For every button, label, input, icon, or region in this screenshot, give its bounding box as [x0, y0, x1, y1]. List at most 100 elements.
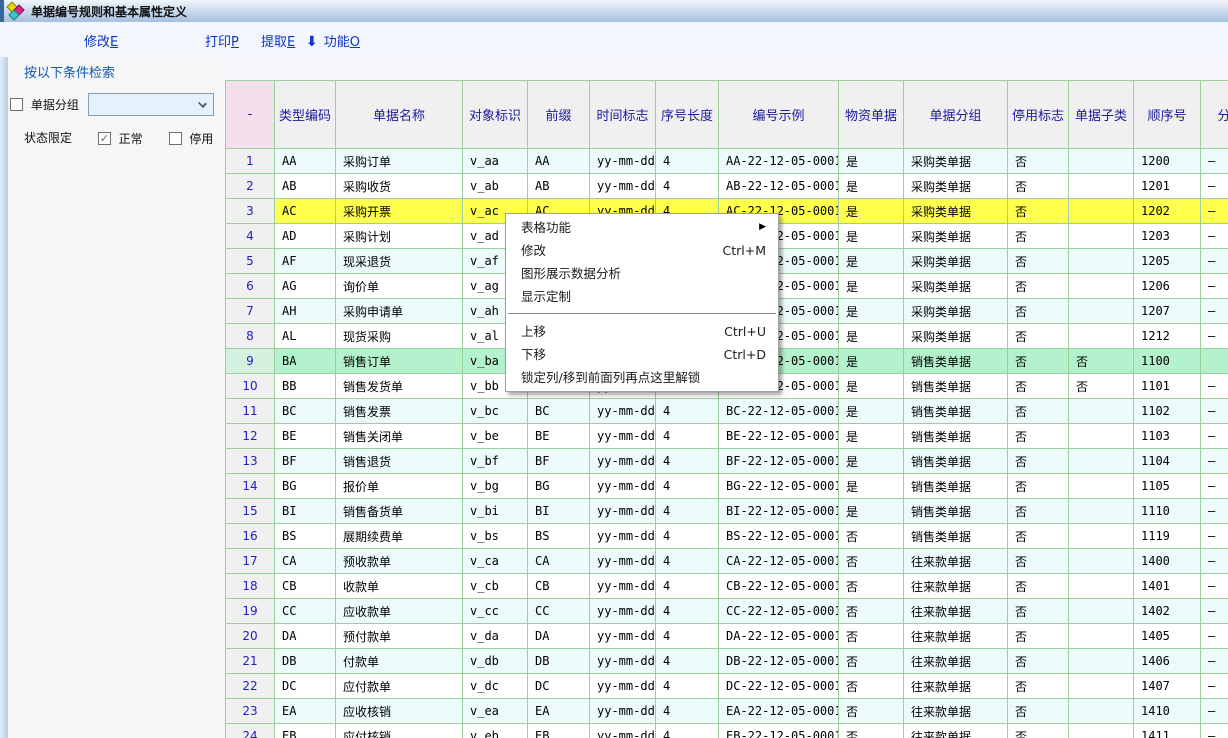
group-filter-checkbox[interactable] [10, 98, 23, 111]
data-cell[interactable]: — [1201, 674, 1228, 699]
data-cell[interactable]: 1206 [1134, 274, 1201, 299]
data-cell[interactable]: 收款单 [336, 574, 463, 599]
data-cell[interactable]: yy-mm-dd [590, 474, 656, 499]
data-cell[interactable]: — [1201, 424, 1228, 449]
data-cell[interactable]: 销售类单据 [904, 374, 1008, 399]
row-number-cell[interactable]: 24 [226, 724, 275, 738]
data-cell[interactable]: BA [275, 349, 336, 374]
table-row-24[interactable]: 24EB应付核销v_ebEByy-mm-dd4EB-22-12-05-0001否… [226, 724, 1228, 738]
row-number-cell[interactable]: 14 [226, 474, 275, 499]
data-cell[interactable]: 1406 [1134, 649, 1201, 674]
status-normal-checkbox[interactable]: ✓ [98, 132, 111, 145]
data-cell[interactable]: 否 [1008, 599, 1069, 624]
data-cell[interactable]: — [1201, 374, 1228, 399]
data-cell[interactable]: 4 [656, 574, 719, 599]
data-cell[interactable]: — [1201, 149, 1228, 174]
data-cell[interactable]: yy-mm-dd [590, 599, 656, 624]
data-cell[interactable]: 销售类单据 [904, 474, 1008, 499]
data-cell[interactable]: 否 [1008, 274, 1069, 299]
data-cell[interactable]: — [1201, 449, 1228, 474]
data-cell[interactable]: 销售类单据 [904, 399, 1008, 424]
data-cell[interactable]: 销售类单据 [904, 524, 1008, 549]
data-cell[interactable]: 1207 [1134, 299, 1201, 324]
data-cell[interactable]: 采购类单据 [904, 224, 1008, 249]
data-cell[interactable]: 销售订单 [336, 349, 463, 374]
data-cell[interactable]: 应收款单 [336, 599, 463, 624]
table-row-13[interactable]: 13BF销售退货v_bfBFyy-mm-dd4BF-22-12-05-0001是… [226, 449, 1228, 474]
row-number-cell[interactable]: 13 [226, 449, 275, 474]
data-cell[interactable]: 否 [839, 624, 904, 649]
table-row-1[interactable]: 1AA采购订单v_aaAAyy-mm-dd4AA-22-12-05-0001是采… [226, 149, 1228, 174]
data-cell[interactable]: AD [275, 224, 336, 249]
data-cell[interactable]: EA [275, 699, 336, 724]
data-cell[interactable]: yy-mm-dd [590, 399, 656, 424]
data-cell[interactable]: CB-22-12-05-0001 [719, 574, 839, 599]
data-cell[interactable] [1069, 324, 1134, 349]
data-cell[interactable]: 采购类单据 [904, 149, 1008, 174]
data-cell[interactable]: — [1201, 524, 1228, 549]
data-cell[interactable]: AG [275, 274, 336, 299]
row-number-cell[interactable]: 10 [226, 374, 275, 399]
data-cell[interactable]: 往来款单据 [904, 649, 1008, 674]
table-row-19[interactable]: 19CC应收款单v_ccCCyy-mm-dd4CC-22-12-05-0001否… [226, 599, 1228, 624]
data-cell[interactable]: 1402 [1134, 599, 1201, 624]
data-cell[interactable]: 否 [1008, 549, 1069, 574]
data-cell[interactable]: 否 [1008, 224, 1069, 249]
data-cell[interactable]: yy-mm-dd [590, 424, 656, 449]
data-cell[interactable]: 4 [656, 474, 719, 499]
data-cell[interactable]: 是 [839, 274, 904, 299]
data-cell[interactable]: AB [528, 174, 590, 199]
data-cell[interactable]: 否 [1008, 324, 1069, 349]
data-cell[interactable]: 4 [656, 399, 719, 424]
data-cell[interactable]: 4 [656, 599, 719, 624]
toolbar-item-2[interactable]: 打印P [205, 31, 239, 50]
data-cell[interactable]: 1212 [1134, 324, 1201, 349]
data-cell[interactable]: 否 [1008, 674, 1069, 699]
status-normal-option[interactable]: ✓ 正常 [98, 131, 147, 145]
data-cell[interactable]: DB [528, 649, 590, 674]
data-cell[interactable]: 否 [1008, 449, 1069, 474]
data-cell[interactable]: 采购类单据 [904, 274, 1008, 299]
data-cell[interactable]: DC [528, 674, 590, 699]
data-cell[interactable]: DB-22-12-05-0001 [719, 649, 839, 674]
status-disabled-option[interactable]: 停用 [169, 131, 214, 145]
data-cell[interactable]: 应付核销 [336, 724, 463, 738]
data-cell[interactable]: 1411 [1134, 724, 1201, 738]
data-cell[interactable]: 否 [839, 674, 904, 699]
table-row-17[interactable]: 17CA预收款单v_caCAyy-mm-dd4CA-22-12-05-0001否… [226, 549, 1228, 574]
data-cell[interactable]: — [1201, 299, 1228, 324]
data-cell[interactable]: 否 [1008, 474, 1069, 499]
data-cell[interactable]: yy-mm-dd [590, 174, 656, 199]
data-cell[interactable] [1069, 674, 1134, 699]
data-cell[interactable]: v_dc [463, 674, 528, 699]
data-cell[interactable]: 否 [839, 574, 904, 599]
data-cell[interactable]: 1203 [1134, 224, 1201, 249]
data-cell[interactable]: BC [528, 399, 590, 424]
data-cell[interactable]: BE-22-12-05-0001 [719, 424, 839, 449]
data-cell[interactable]: 往来款单据 [904, 699, 1008, 724]
data-cell[interactable]: DA-22-12-05-0001 [719, 624, 839, 649]
data-cell[interactable]: 销售类单据 [904, 349, 1008, 374]
row-number-cell[interactable]: 15 [226, 499, 275, 524]
data-cell[interactable]: 4 [656, 699, 719, 724]
data-cell[interactable]: 否 [1008, 424, 1069, 449]
data-cell[interactable]: yy-mm-dd [590, 649, 656, 674]
column-header-9[interactable]: 单据分组 [904, 81, 1008, 149]
data-cell[interactable]: 是 [839, 399, 904, 424]
toolbar-item-3[interactable]: 提取E [261, 31, 295, 50]
data-cell[interactable]: 是 [839, 149, 904, 174]
data-cell[interactable]: 1102 [1134, 399, 1201, 424]
data-cell[interactable]: 1110 [1134, 499, 1201, 524]
data-cell[interactable]: BS [528, 524, 590, 549]
data-cell[interactable]: — [1201, 474, 1228, 499]
data-cell[interactable]: 报价单 [336, 474, 463, 499]
data-cell[interactable]: — [1201, 724, 1228, 738]
data-cell[interactable] [1069, 149, 1134, 174]
data-cell[interactable] [1069, 474, 1134, 499]
data-cell[interactable]: v_be [463, 424, 528, 449]
data-cell[interactable]: yy-mm-dd [590, 674, 656, 699]
data-cell[interactable]: 否 [1069, 374, 1134, 399]
data-cell[interactable]: yy-mm-dd [590, 699, 656, 724]
data-cell[interactable]: 是 [839, 374, 904, 399]
data-cell[interactable]: 采购订单 [336, 149, 463, 174]
